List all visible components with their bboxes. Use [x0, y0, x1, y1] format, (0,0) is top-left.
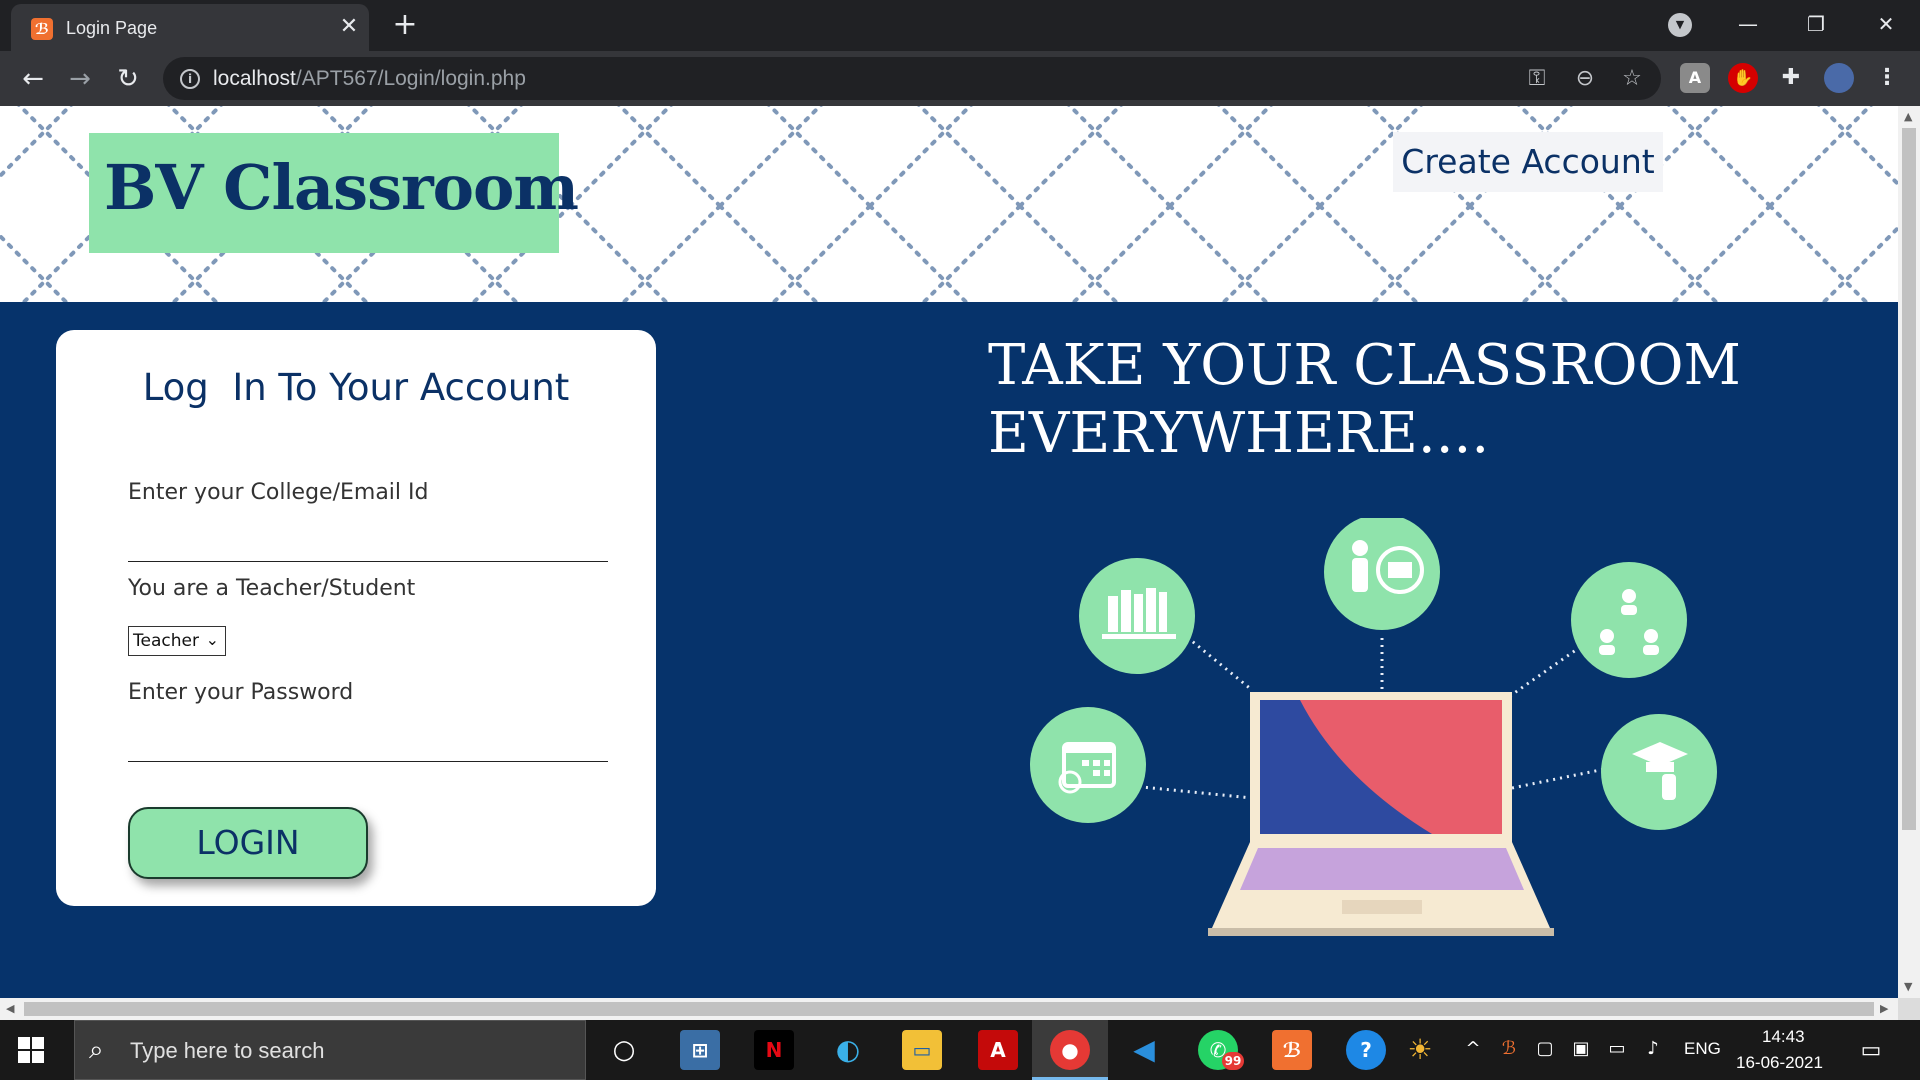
- close-window-button[interactable]: ✕: [1862, 6, 1910, 42]
- windows-taskbar: ⌕ Type here to search ○ ⊞ N ◐ ▭ A ● ◀ ✆ …: [0, 1020, 1920, 1080]
- laptop-icon: [1208, 692, 1554, 936]
- url-text[interactable]: localhost/APT567/Login/login.php: [213, 67, 526, 91]
- email-label: Enter your College/Email Id: [128, 480, 429, 505]
- scroll-left-arrow-icon[interactable]: ◀: [6, 1002, 14, 1015]
- address-bar[interactable]: i localhost/APT567/Login/login.php ⚿ ⊖ ☆: [163, 57, 1661, 100]
- weather-icon[interactable]: ☀: [1400, 1030, 1440, 1070]
- url-path: /APT567/Login/login.php: [295, 67, 526, 90]
- hero-headline-line2: EVERYWHERE....: [988, 401, 1490, 466]
- file-explorer-icon[interactable]: ▭: [902, 1030, 942, 1070]
- forward-arrow-icon[interactable]: →: [62, 61, 98, 97]
- battery-icon[interactable]: ▭: [1604, 1038, 1630, 1059]
- role-select[interactable]: Teacher ⌄: [128, 626, 226, 656]
- xampp-favicon-icon: ℬ: [31, 18, 53, 40]
- minimize-button[interactable]: —: [1724, 6, 1772, 42]
- laptop-learning-illustration: [1030, 518, 1717, 936]
- browser-tab[interactable]: ℬ Login Page ✕: [11, 4, 369, 51]
- tray-display-icon[interactable]: ▣: [1568, 1038, 1594, 1059]
- key-icon[interactable]: ⚿: [1523, 65, 1551, 93]
- help-icon[interactable]: ?: [1346, 1030, 1386, 1070]
- page-viewport: BV Classroom Create Account Log In To Yo…: [0, 106, 1898, 998]
- menu-kebab-icon[interactable]: ⋮: [1872, 63, 1902, 93]
- scroll-up-arrow-icon[interactable]: ▲: [1904, 110, 1912, 123]
- search-icon: ⌕: [89, 1035, 104, 1065]
- tray-meet-icon[interactable]: ▢: [1532, 1038, 1558, 1059]
- hero-headline-line1: TAKE YOUR CLASSROOM: [988, 333, 1741, 398]
- cortana-icon[interactable]: ○: [604, 1030, 644, 1070]
- chrome-icon[interactable]: ●: [1050, 1030, 1090, 1070]
- acrobat-icon[interactable]: A: [978, 1030, 1018, 1070]
- clock-time[interactable]: 14:43: [1762, 1027, 1805, 1047]
- language-indicator[interactable]: ENG: [1684, 1039, 1721, 1059]
- taskbar-search-box[interactable]: ⌕ Type here to search: [74, 1020, 586, 1080]
- extensions-puzzle-icon[interactable]: ✚: [1776, 63, 1806, 93]
- notifications-icon[interactable]: ▭: [1858, 1038, 1884, 1063]
- login-button[interactable]: LOGIN: [128, 807, 368, 879]
- profile-avatar[interactable]: [1824, 63, 1854, 93]
- reload-icon[interactable]: ↻: [110, 61, 146, 97]
- scroll-right-arrow-icon[interactable]: ▶: [1880, 1002, 1888, 1015]
- back-arrow-icon[interactable]: ←: [15, 61, 51, 97]
- horizontal-scrollbar[interactable]: ◀ ▶: [0, 998, 1898, 1020]
- xampp-icon[interactable]: ℬ: [1272, 1030, 1312, 1070]
- volume-icon[interactable]: ♪: [1640, 1038, 1666, 1059]
- tray-chevron-up-icon[interactable]: ^: [1460, 1038, 1486, 1059]
- email-field[interactable]: [128, 522, 608, 562]
- tray-xampp-icon[interactable]: ℬ: [1496, 1038, 1522, 1059]
- whatsapp-badge: 99: [1222, 1052, 1244, 1070]
- close-tab-icon[interactable]: ✕: [334, 12, 364, 42]
- vscode-icon[interactable]: ◀: [1124, 1030, 1164, 1070]
- role-select-value: Teacher: [133, 631, 199, 651]
- create-account-button[interactable]: Create Account: [1393, 132, 1663, 192]
- login-card: Log In To Your Account Enter your Colleg…: [56, 330, 656, 906]
- windows-start-icon[interactable]: [18, 1037, 44, 1063]
- brand-logo-box[interactable]: BV Classroom: [89, 133, 579, 253]
- scroll-down-arrow-icon[interactable]: ▼: [1904, 980, 1912, 993]
- scrollbar-corner: [1898, 998, 1920, 1020]
- main-section: Log In To Your Account Enter your Colleg…: [0, 302, 1898, 998]
- browser-tab-strip: ℬ Login Page ✕ + ▼ — ❐ ✕: [0, 0, 1920, 51]
- site-info-icon[interactable]: i: [180, 69, 200, 89]
- vertical-scrollbar[interactable]: ▲ ▼: [1898, 106, 1920, 998]
- brand-title: BV Classroom: [104, 151, 579, 224]
- netflix-icon[interactable]: N: [754, 1030, 794, 1070]
- search-placeholder: Type here to search: [130, 1038, 325, 1063]
- password-label: Enter your Password: [128, 680, 354, 705]
- zoom-icon[interactable]: ⊖: [1571, 65, 1599, 93]
- bookmark-star-icon[interactable]: ☆: [1618, 65, 1646, 93]
- store-icon[interactable]: ⊞: [680, 1030, 720, 1070]
- restore-button[interactable]: ❐: [1792, 6, 1840, 42]
- extension-icon[interactable]: A: [1680, 63, 1710, 93]
- login-card-title: Log In To Your Account: [142, 366, 570, 409]
- clock-date[interactable]: 16-06-2021: [1736, 1053, 1823, 1073]
- hero-headline: TAKE YOUR CLASSROOM EVERYWHERE....: [988, 332, 1748, 468]
- page-header: BV Classroom Create Account: [0, 106, 1898, 302]
- edge-icon[interactable]: ◐: [828, 1030, 868, 1070]
- role-label: You are a Teacher/Student: [128, 576, 416, 601]
- vertical-scroll-thumb[interactable]: [1902, 128, 1916, 830]
- url-host: localhost: [213, 67, 296, 90]
- browser-toolbar: ← → ↻ i localhost/APT567/Login/login.php…: [0, 51, 1920, 106]
- new-tab-button[interactable]: +: [388, 8, 422, 42]
- horizontal-scroll-thumb[interactable]: [24, 1002, 1874, 1016]
- adblock-icon[interactable]: ✋: [1728, 63, 1758, 93]
- network-users-icon: [1571, 562, 1687, 678]
- chevron-down-icon: ⌄: [205, 630, 219, 649]
- tab-search-icon[interactable]: ▼: [1668, 13, 1692, 37]
- tab-title: Login Page: [66, 18, 158, 38]
- password-field[interactable]: [128, 722, 608, 762]
